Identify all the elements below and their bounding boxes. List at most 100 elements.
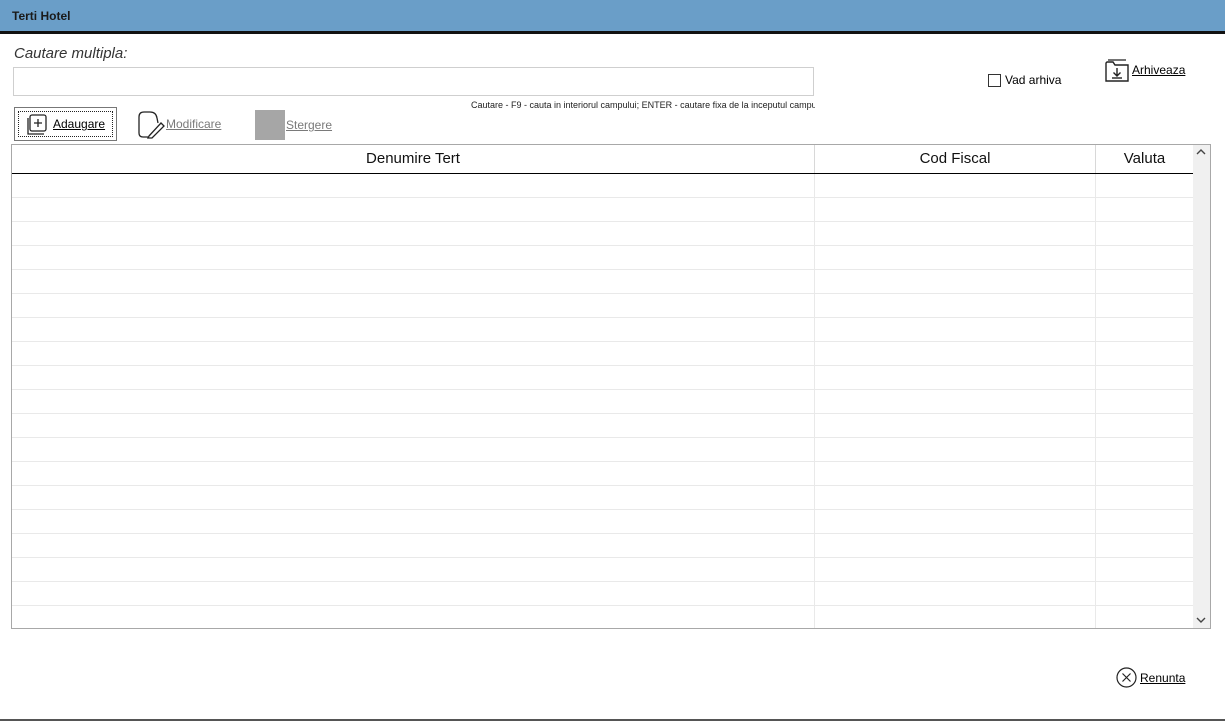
table-cell[interactable] [815,342,1096,365]
table-cell[interactable] [12,390,815,413]
search-label: Cautare multipla: [14,45,128,62]
table-cell[interactable] [12,318,815,341]
table-cell[interactable] [815,246,1096,269]
table-row[interactable] [12,270,1193,294]
table-cell[interactable] [12,198,815,221]
table-row[interactable] [12,174,1193,198]
table-cell[interactable] [1096,414,1193,437]
table-cell[interactable] [12,534,815,557]
table-cell[interactable] [815,174,1096,197]
table-cell[interactable] [815,462,1096,485]
archive-button-label: Arhiveaza [1132,63,1185,77]
table-row[interactable] [12,222,1193,246]
archive-button[interactable]: Arhiveaza [1104,57,1185,83]
table-row[interactable] [12,606,1193,628]
table-cell[interactable] [1096,534,1193,557]
terti-grid[interactable]: Denumire Tert Cod Fiscal Valuta [11,144,1211,629]
table-cell[interactable] [1096,390,1193,413]
edit-button[interactable]: Modificare [136,109,221,139]
table-cell[interactable] [1096,246,1193,269]
table-cell[interactable] [1096,318,1193,341]
table-cell[interactable] [12,462,815,485]
cancel-button-label: Renunta [1140,670,1186,685]
search-input[interactable] [13,67,814,96]
table-cell[interactable] [1096,462,1193,485]
grid-header: Denumire Tert Cod Fiscal Valuta [12,145,1193,174]
table-row[interactable] [12,486,1193,510]
show-archive-label: Vad arhiva [1005,73,1062,87]
table-cell[interactable] [1096,558,1193,581]
column-header-denumire[interactable]: Denumire Tert [12,145,815,173]
table-row[interactable] [12,582,1193,606]
table-cell[interactable] [815,558,1096,581]
table-cell[interactable] [815,222,1096,245]
delete-button[interactable]: Stergere [255,110,332,140]
table-cell[interactable] [12,606,815,628]
search-hint: Cautare - F9 - cauta in interiorul campu… [471,100,815,110]
column-header-valuta[interactable]: Valuta [1096,145,1193,173]
table-cell[interactable] [12,438,815,461]
table-cell[interactable] [12,582,815,605]
close-circle-icon [1116,667,1137,688]
scroll-down-icon[interactable] [1196,616,1206,624]
table-cell[interactable] [12,270,815,293]
table-row[interactable] [12,366,1193,390]
table-row[interactable] [12,438,1193,462]
table-cell[interactable] [12,246,815,269]
table-cell[interactable] [12,414,815,437]
column-header-cod-fiscal[interactable]: Cod Fiscal [815,145,1096,173]
table-row[interactable] [12,342,1193,366]
table-cell[interactable] [12,486,815,509]
table-row[interactable] [12,294,1193,318]
table-cell[interactable] [1096,366,1193,389]
table-cell[interactable] [815,414,1096,437]
table-cell[interactable] [815,534,1096,557]
cancel-button[interactable]: Renunta [1116,667,1185,688]
table-cell[interactable] [815,438,1096,461]
table-cell[interactable] [815,366,1096,389]
table-cell[interactable] [1096,582,1193,605]
table-cell[interactable] [815,606,1096,628]
table-cell[interactable] [1096,606,1193,628]
table-cell[interactable] [815,270,1096,293]
table-cell[interactable] [1096,222,1193,245]
table-row[interactable] [12,198,1193,222]
table-cell[interactable] [1096,486,1193,509]
table-cell[interactable] [815,318,1096,341]
table-cell[interactable] [815,486,1096,509]
table-cell[interactable] [12,294,815,317]
table-cell[interactable] [1096,438,1193,461]
table-cell[interactable] [815,198,1096,221]
archive-accelerator: Arhiveaza [1132,63,1186,77]
show-archive-checkbox[interactable]: Vad arhiva [988,73,1061,87]
table-cell[interactable] [12,366,815,389]
table-cell[interactable] [815,510,1096,533]
table-cell[interactable] [12,558,815,581]
add-button[interactable]: Adaugare [14,107,117,141]
table-row[interactable] [12,558,1193,582]
table-row[interactable] [12,414,1193,438]
table-cell[interactable] [1096,294,1193,317]
table-cell[interactable] [12,222,815,245]
table-cell[interactable] [1096,270,1193,293]
table-row[interactable] [12,534,1193,558]
table-cell[interactable] [12,174,815,197]
checkbox-box[interactable] [988,73,1001,87]
table-cell[interactable] [815,294,1096,317]
table-cell[interactable] [815,582,1096,605]
table-cell[interactable] [1096,198,1193,221]
table-row[interactable] [12,246,1193,270]
table-cell[interactable] [1096,342,1193,365]
table-cell[interactable] [815,390,1096,413]
table-row[interactable] [12,390,1193,414]
grid-body [12,174,1193,628]
table-cell[interactable] [12,510,815,533]
vertical-scrollbar[interactable] [1193,145,1210,628]
table-cell[interactable] [1096,174,1193,197]
table-row[interactable] [12,318,1193,342]
table-cell[interactable] [1096,510,1193,533]
table-row[interactable] [12,462,1193,486]
table-row[interactable] [12,510,1193,534]
table-cell[interactable] [12,342,815,365]
scroll-up-icon[interactable] [1196,148,1206,156]
